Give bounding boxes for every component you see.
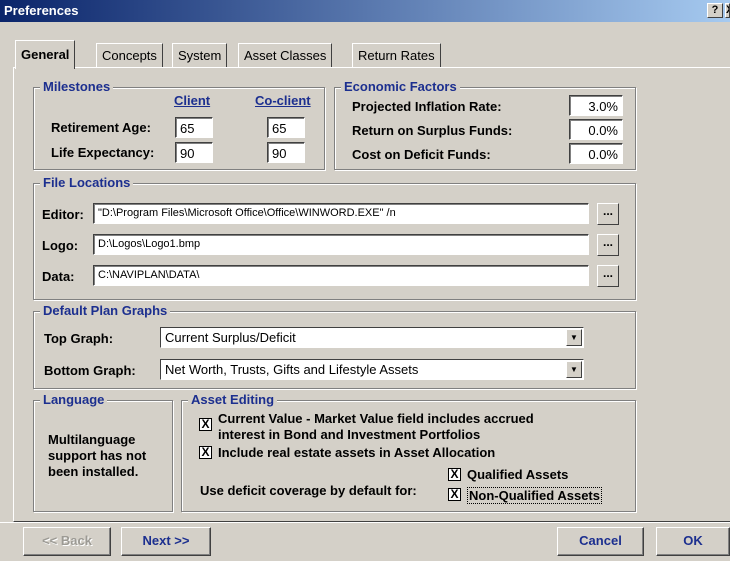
cancel-button[interactable]: Cancel [557,527,644,556]
bottom-graph-select[interactable]: Net Worth, Trusts, Gifts and Lifestyle A… [160,359,584,380]
data-label: Data: [42,269,75,284]
help-icon: ? [711,4,719,16]
qualified-assets-checkbox[interactable]: X [448,468,461,481]
deficit-cost-field[interactable]: 0.0% [569,143,623,164]
ok-button[interactable]: OK [656,527,730,556]
chevron-down-icon[interactable]: ▼ [566,329,582,346]
retirement-age-client-field[interactable]: 65 [175,117,213,138]
tab-general[interactable]: General [15,40,76,69]
data-path-field[interactable]: C:\NAVIPLAN\DATA\ [93,265,589,286]
tab-label: General [21,47,70,62]
life-expectancy-coclient-field[interactable]: 90 [267,142,305,163]
surplus-return-field[interactable]: 0.0% [569,119,623,140]
tab-system[interactable]: System [172,43,228,67]
deficit-coverage-label: Use deficit coverage by default for: [200,483,417,498]
tab-label: Concepts [102,48,157,63]
non-qualified-assets-label: Non-Qualified Assets [467,487,602,504]
logo-browse-button[interactable]: ... [597,234,619,256]
client-header: Client [174,93,211,108]
surplus-return-label: Return on Surplus Funds: [352,123,513,138]
help-button[interactable]: ? [707,3,723,18]
current-value-label-line1: Current Value - Market Value field inclu… [218,411,534,426]
top-graph-value: Current Surplus/Deficit [165,330,296,345]
editor-label: Editor: [42,207,84,222]
deficit-cost-label: Cost on Deficit Funds: [352,147,491,162]
editor-path-field[interactable]: "D:\Program Files\Microsoft Office\Offic… [93,203,589,224]
life-expectancy-client-field[interactable]: 90 [175,142,213,163]
bottom-graph-label: Bottom Graph: [44,363,136,378]
language-note-line3: been installed. [48,464,139,479]
tab-asset-classes[interactable]: Asset Classes [238,43,333,67]
language-note-line2: support has not [48,448,147,463]
tab-label: Return Rates [358,48,435,63]
language-note-line1: Multilanguage [48,432,136,447]
asset-editing-title: Asset Editing [188,392,278,407]
data-browse-button[interactable]: ... [597,265,619,287]
chevron-down-icon[interactable]: ▼ [566,361,582,378]
logo-label: Logo: [42,238,79,253]
back-button[interactable]: << Back [23,527,111,556]
top-graph-label: Top Graph: [44,331,114,346]
economic-factors-title: Economic Factors [341,79,460,94]
qualified-assets-label: Qualified Assets [467,467,569,482]
non-qualified-assets-checkbox[interactable]: X [448,488,461,501]
milestones-title: Milestones [40,79,114,94]
logo-path-field[interactable]: D:\Logos\Logo1.bmp [93,234,589,255]
retirement-age-label: Retirement Age: [51,120,151,135]
current-value-label-line2: interest in Bond and Investment Portfoli… [218,427,481,442]
inflation-rate-label: Projected Inflation Rate: [352,99,502,114]
bottom-graph-value: Net Worth, Trusts, Gifts and Lifestyle A… [165,362,419,377]
life-expectancy-label: Life Expectancy: [51,145,155,160]
editor-browse-button[interactable]: ... [597,203,619,225]
top-graph-select[interactable]: Current Surplus/Deficit ▼ [160,327,584,348]
tab-label: System [178,48,222,63]
close-icon: X [726,4,729,16]
default-plan-graphs-title: Default Plan Graphs [40,303,171,318]
real-estate-checkbox[interactable]: X [199,446,212,459]
title-bar: Preferences ? X [0,0,730,22]
current-value-checkbox[interactable]: X [199,418,212,431]
real-estate-label: Include real estate assets in Asset Allo… [218,445,496,460]
window-title: Preferences [4,3,79,18]
tab-concepts[interactable]: Concepts [96,43,163,67]
tab-return-rates[interactable]: Return Rates [352,43,441,67]
language-title: Language [40,392,108,407]
close-button[interactable]: X [725,3,730,18]
inflation-rate-field[interactable]: 3.0% [569,95,623,116]
tab-label: Asset Classes [244,48,327,63]
next-button[interactable]: Next >> [121,527,211,556]
file-locations-title: File Locations [40,175,134,190]
coclient-header: Co-client [255,93,311,108]
preferences-dialog: Preferences ? X General Concepts System … [0,0,730,561]
retirement-age-coclient-field[interactable]: 65 [267,117,305,138]
